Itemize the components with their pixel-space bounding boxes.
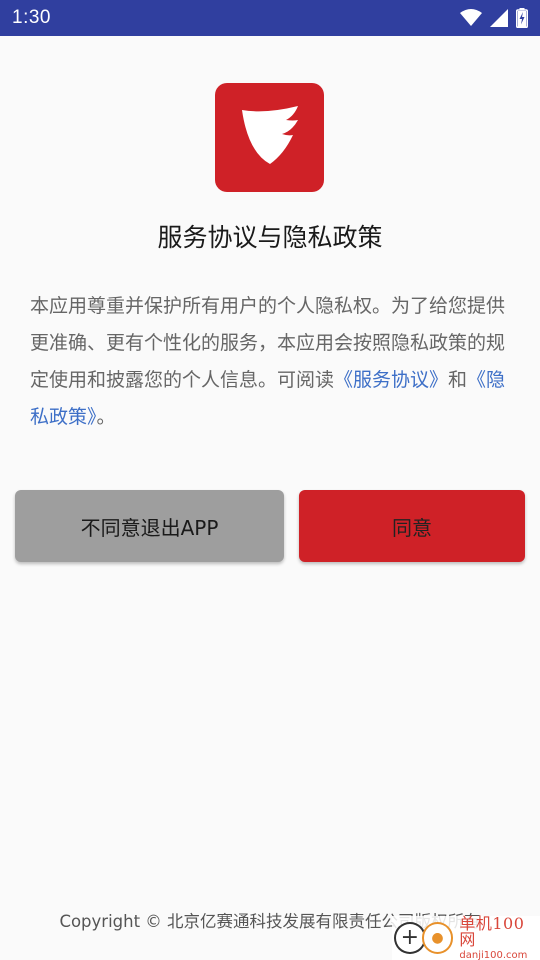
app-logo (215, 83, 324, 192)
logo-circle-icon: ● (421, 922, 454, 954)
status-time: 1:30 (12, 7, 51, 28)
description-end: 。 (96, 406, 116, 428)
privacy-description: 本应用尊重并保护所有用户的个人隐私权。为了给您提供更准确、更有个性化的服务，本应… (30, 288, 512, 436)
status-bar: 1:30 (0, 0, 540, 36)
status-icons (460, 8, 528, 28)
agree-button[interactable]: 同意 (299, 490, 525, 562)
plus-circle-icon: + (394, 922, 426, 954)
conjunction-text: 和 (448, 369, 468, 391)
service-agreement-link[interactable]: 《服务协议》 (334, 369, 448, 391)
shield-wings-logo-icon (238, 104, 302, 172)
watermark: + ● 单机100网 danji100.com (392, 913, 540, 960)
wifi-icon (460, 9, 482, 27)
disagree-exit-button[interactable]: 不同意退出APP (15, 490, 284, 562)
battery-charging-icon (516, 8, 528, 28)
watermark-name: 单机100网 (459, 913, 525, 949)
watermark-url: danji100.com (459, 949, 528, 960)
page-title: 服务协议与隐私政策 (157, 223, 383, 252)
cellular-signal-icon (490, 9, 508, 27)
